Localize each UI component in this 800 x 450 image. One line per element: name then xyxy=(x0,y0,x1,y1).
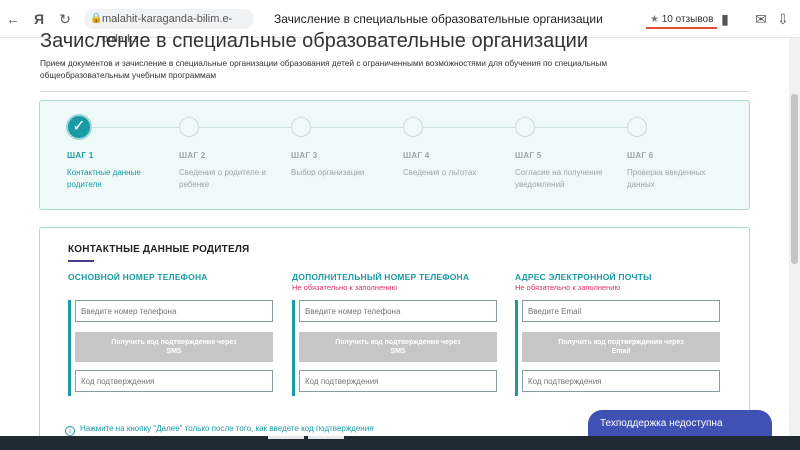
hint-text: Нажмите на кнопку "Далее" только после т… xyxy=(80,424,374,433)
email-code-button[interactable]: Получить код подтверждения через Email xyxy=(522,332,720,362)
page-description: Прием документов и зачисление в специаль… xyxy=(40,58,608,80)
column-heading: ОСНОВНОЙ НОМЕР ТЕЛЕФОНА xyxy=(68,272,208,282)
email-input[interactable] xyxy=(522,300,720,322)
column-heading: ДОПОЛНИТЕЛЬНЫЙ НОМЕР ТЕЛЕФОНА xyxy=(292,272,470,282)
step-number: ШАГ 2 xyxy=(179,151,206,160)
lock-icon: 🔒 xyxy=(90,13,103,24)
step-number: ШАГ 3 xyxy=(291,151,318,160)
address-bar[interactable]: 🔒 malahit-karaganda-bilim.e-orda.kz xyxy=(84,9,254,45)
primary-code-input[interactable] xyxy=(75,370,273,392)
scroll-thumb[interactable] xyxy=(791,94,798,264)
bottom-bar-item xyxy=(268,436,304,439)
step-label: Контактные данные родителя xyxy=(67,168,141,189)
tab-title: Зачисление в специальные образовательные… xyxy=(274,12,603,26)
secondary-phone-input[interactable] xyxy=(299,300,497,322)
divider xyxy=(40,91,750,92)
download-icon[interactable]: ⇩ xyxy=(774,10,792,28)
primary-phone-column: ОСНОВНОЙ НОМЕР ТЕЛЕФОНА Получить код под… xyxy=(68,272,274,396)
chat-icon[interactable]: ✉ xyxy=(752,10,770,28)
optional-note: Не обязательно к заполнению xyxy=(292,283,398,292)
email-column: АДРЕС ЭЛЕКТРОННОЙ ПОЧТЫ Не обязательно к… xyxy=(515,272,721,396)
reload-icon[interactable]: ↻ xyxy=(56,10,74,28)
check-icon: ✓ xyxy=(66,114,92,140)
secondary-code-input[interactable] xyxy=(299,370,497,392)
step-circle xyxy=(403,117,423,137)
step-label: Согласие на получение уведомлений xyxy=(515,168,603,189)
card-title: КОНТАКТНЫЕ ДАННЫЕ РОДИТЕЛЯ xyxy=(68,244,250,255)
hint: i Нажмите на кнопку "Далее" только после … xyxy=(65,424,374,436)
step-circle xyxy=(515,117,535,137)
step-number: ШАГ 5 xyxy=(515,151,542,160)
step-line xyxy=(82,127,642,128)
column-accent-bar xyxy=(515,300,518,396)
scrollbar[interactable] xyxy=(789,38,800,438)
sms-code-button[interactable]: Получить код подтверждения через SMS xyxy=(75,332,273,362)
rating-text: 10 отзывов xyxy=(661,14,714,25)
stepper: ✓ ШАГ 1 Контактные данные родителя ШАГ 2… xyxy=(39,100,750,210)
step-number: ШАГ 4 xyxy=(403,151,430,160)
primary-phone-input[interactable] xyxy=(75,300,273,322)
star-icon: ★ xyxy=(650,14,659,25)
step-circle xyxy=(627,117,647,137)
bottom-bar xyxy=(0,436,800,450)
optional-note xyxy=(68,283,274,293)
page-title: Зачисление в специальные образовательные… xyxy=(40,30,588,52)
step-label: Проверка введенных данных xyxy=(627,168,706,189)
bottom-bar-item xyxy=(308,436,344,439)
step-number: ШАГ 1 xyxy=(67,151,94,160)
title-underline xyxy=(68,260,94,262)
step-number: ШАГ 6 xyxy=(627,151,654,160)
secondary-phone-column: ДОПОЛНИТЕЛЬНЫЙ НОМЕР ТЕЛЕФОНА Не обязате… xyxy=(292,272,498,396)
info-icon: i xyxy=(65,426,75,436)
support-widget[interactable]: Техподдержка недоступна xyxy=(588,410,772,438)
rating-badge[interactable]: ★ 10 отзывов xyxy=(646,11,718,29)
back-icon[interactable]: ← xyxy=(4,10,22,28)
step-circle xyxy=(179,117,199,137)
column-accent-bar xyxy=(292,300,295,396)
step-label: Сведения о льготах xyxy=(403,168,477,177)
email-code-input[interactable] xyxy=(522,370,720,392)
column-heading: АДРЕС ЭЛЕКТРОННОЙ ПОЧТЫ xyxy=(515,272,652,282)
column-accent-bar xyxy=(68,300,71,396)
step-circle xyxy=(291,117,311,137)
bookmark-icon[interactable]: ▮ xyxy=(716,10,734,28)
sms-code-button[interactable]: Получить код подтверждения через SMS xyxy=(299,332,497,362)
step-label: Выбор организации xyxy=(291,168,365,177)
yandex-icon[interactable]: Я xyxy=(30,10,48,28)
optional-note: Не обязательно к заполнению xyxy=(515,283,621,292)
step-label: Сведения о родителе и ребенке xyxy=(179,168,266,189)
